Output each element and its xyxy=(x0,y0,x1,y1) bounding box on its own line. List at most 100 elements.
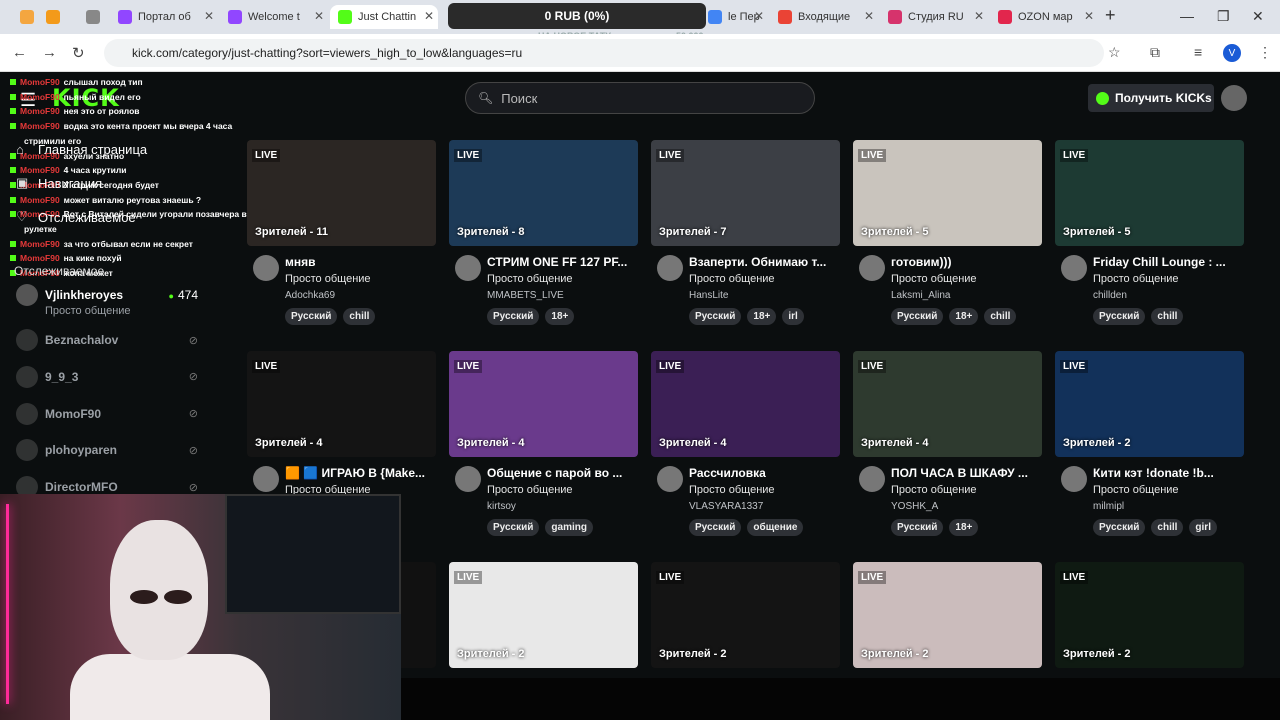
stream-tag[interactable]: Русский xyxy=(891,519,944,536)
stream-card[interactable]: LIVE Зрителей - 4 Рассчиловка Просто общени… xyxy=(651,351,840,537)
extensions-icon[interactable]: ⧉ xyxy=(1150,44,1160,61)
stream-category[interactable]: Просто общение xyxy=(487,273,573,285)
browser-tab[interactable]: Студия RU ✕ xyxy=(880,5,988,29)
stream-thumbnail[interactable]: LIVE Зрителей - 11 xyxy=(247,140,436,246)
tab-close-icon[interactable]: ✕ xyxy=(314,9,324,23)
stream-category[interactable]: Просто общение xyxy=(1093,273,1179,285)
stream-tag[interactable]: Русский xyxy=(689,519,742,536)
streamer-name[interactable]: chillden xyxy=(1093,290,1127,301)
stream-category[interactable]: Просто общение xyxy=(689,484,775,496)
stream-title[interactable]: готовим))) xyxy=(891,255,1042,269)
stream-tag[interactable]: gaming xyxy=(545,519,593,536)
following-channel[interactable]: Beznachalov ⊘ xyxy=(16,326,206,354)
stream-tag[interactable]: Русский xyxy=(1093,308,1146,325)
stream-tag[interactable]: 18+ xyxy=(545,308,575,325)
stream-tag[interactable]: chill xyxy=(984,308,1017,325)
stream-tag[interactable]: Русский xyxy=(689,308,742,325)
streamer-name[interactable]: milmipl xyxy=(1093,501,1124,512)
streamer-avatar[interactable] xyxy=(1061,255,1087,281)
close-window-icon[interactable]: ✕ xyxy=(1252,8,1264,25)
stream-card[interactable]: LIVE Зрителей - 2 Кити кэт !donate !b... Пр… xyxy=(1055,351,1244,537)
streamer-name[interactable]: MMABETS_LIVE xyxy=(487,290,564,301)
stream-title[interactable]: Взаперти. Обнимаю т... xyxy=(689,255,840,269)
minimize-icon[interactable]: — xyxy=(1180,8,1194,24)
stream-title[interactable]: Friday Chill Lounge : ... xyxy=(1093,255,1244,269)
stream-category[interactable]: Просто общение xyxy=(891,273,977,285)
stream-title[interactable]: ПОЛ ЧАСА В ШКАФУ ... xyxy=(891,466,1042,480)
stream-card[interactable]: LIVE Зрителей - 4 Общение с парой во ... Пр… xyxy=(449,351,638,537)
tab-close-icon[interactable]: ✕ xyxy=(754,9,764,23)
stream-thumbnail[interactable]: LIVE Зрителей - 4 xyxy=(247,351,436,457)
stream-thumbnail[interactable]: LIVE Зрителей - 4 xyxy=(651,351,840,457)
stream-tag[interactable]: 18+ xyxy=(949,308,979,325)
browser-tab[interactable] xyxy=(78,5,108,29)
stream-card[interactable]: LIVE Зрителей - 2 xyxy=(651,562,840,668)
stream-card[interactable]: LIVE Зрителей - 5 готовим))) Просто общение… xyxy=(853,140,1042,326)
stream-thumbnail[interactable]: LIVE Зрителей - 7 xyxy=(651,140,840,246)
stream-title[interactable]: Рассчиловка xyxy=(689,466,840,480)
tab-close-icon[interactable]: ✕ xyxy=(974,9,984,23)
stream-thumbnail[interactable]: LIVE Зрителей - 5 xyxy=(1055,140,1244,246)
stream-tag[interactable]: girl xyxy=(1189,519,1217,536)
stream-card[interactable]: LIVE Зрителей - 7 Взаперти. Обнимаю т... Пр… xyxy=(651,140,840,326)
stream-tag[interactable]: Русский xyxy=(891,308,944,325)
nav-following[interactable]: ♡ Отслеживаемое xyxy=(16,209,136,225)
streamer-avatar[interactable] xyxy=(859,466,885,492)
stream-card[interactable]: LIVE Зрителей - 2 xyxy=(449,562,638,668)
stream-tag[interactable]: Русский xyxy=(487,308,540,325)
stream-card[interactable]: LIVE Зрителей - 2 xyxy=(1055,562,1244,668)
streamer-avatar[interactable] xyxy=(1061,466,1087,492)
stream-card[interactable]: LIVE Зрителей - 5 Friday Chill Lounge : ..… xyxy=(1055,140,1244,326)
streamer-avatar[interactable] xyxy=(455,255,481,281)
stream-title[interactable]: Общение с парой во ... xyxy=(487,466,638,480)
stream-card[interactable]: LIVE Зрителей - 2 xyxy=(853,562,1042,668)
stream-category[interactable]: Просто общение xyxy=(1093,484,1179,496)
stream-tag[interactable]: chill xyxy=(1151,519,1184,536)
streamer-name[interactable]: Adochka69 xyxy=(285,290,335,301)
stream-category[interactable]: Просто общение xyxy=(285,273,371,285)
browser-tab[interactable]: le Пер ✕ xyxy=(700,5,768,29)
tab-close-icon[interactable]: ✕ xyxy=(424,9,434,23)
tab-close-icon[interactable]: ✕ xyxy=(204,9,214,23)
address-bar[interactable]: kick.com/category/just-chatting?sort=vie… xyxy=(104,39,1104,67)
stream-tag[interactable]: irl xyxy=(782,308,804,325)
stream-tag[interactable]: Русский xyxy=(285,308,338,325)
maximize-icon[interactable]: ❐ xyxy=(1217,8,1230,25)
streamer-avatar[interactable] xyxy=(455,466,481,492)
get-kicks-button[interactable]: Получить KICKs xyxy=(1088,84,1214,112)
following-channel[interactable]: 9_9_3 ⊘ xyxy=(16,363,206,391)
streamer-avatar[interactable] xyxy=(253,466,279,492)
media-control-icon[interactable]: ≡ xyxy=(1194,44,1202,60)
user-avatar[interactable] xyxy=(1221,85,1247,111)
stream-thumbnail[interactable]: LIVE Зрителей - 2 xyxy=(1055,351,1244,457)
browser-tab[interactable]: Входящие ✕ xyxy=(770,5,878,29)
browser-profile-avatar[interactable]: V xyxy=(1223,44,1241,62)
browser-tab[interactable]: OZON мар ✕ xyxy=(990,5,1098,29)
streamer-name[interactable]: VLASYARA1337 xyxy=(689,501,763,512)
stream-card[interactable]: LIVE Зрителей - 4 ПОЛ ЧАСА В ШКАФУ ... Прос… xyxy=(853,351,1042,537)
menu-kebab-icon[interactable]: ⋮ xyxy=(1258,44,1272,61)
back-icon[interactable]: ← xyxy=(12,44,27,61)
nav-home[interactable]: ⌂ Главная страница xyxy=(16,142,147,157)
stream-title[interactable]: 🟧 🟦 ИГРАЮ В {Make... xyxy=(285,466,436,480)
browser-tab[interactable]: Welcome t ✕ xyxy=(220,5,328,29)
stream-tag[interactable]: общение xyxy=(747,519,804,536)
nav-browse[interactable]: ▣ Навигация xyxy=(16,175,102,191)
stream-card[interactable]: LIVE Зрителей - 8 СТРИМ ONE FF 127 PF... Пр… xyxy=(449,140,638,326)
stream-category[interactable]: Просто общение xyxy=(487,484,573,496)
search-input[interactable]: 🔍︎ Поиск xyxy=(465,82,815,114)
stream-thumbnail[interactable]: LIVE Зрителей - 2 xyxy=(651,562,840,668)
streamer-avatar[interactable] xyxy=(657,466,683,492)
browser-tab[interactable]: Портал об ✕ xyxy=(110,5,218,29)
stream-tag[interactable]: Русский xyxy=(1093,519,1146,536)
stream-category[interactable]: Просто общение xyxy=(689,273,775,285)
stream-tag[interactable]: 18+ xyxy=(949,519,979,536)
stream-tag[interactable]: chill xyxy=(343,308,376,325)
stream-category[interactable]: Просто общение xyxy=(891,484,977,496)
stream-title[interactable]: Кити кэт !donate !b... xyxy=(1093,466,1244,480)
stream-thumbnail[interactable]: LIVE Зрителей - 4 xyxy=(853,351,1042,457)
stream-thumbnail[interactable]: LIVE Зрителей - 8 xyxy=(449,140,638,246)
stream-thumbnail[interactable]: LIVE Зрителей - 2 xyxy=(449,562,638,668)
stream-thumbnail[interactable]: LIVE Зрителей - 2 xyxy=(853,562,1042,668)
streamer-avatar[interactable] xyxy=(859,255,885,281)
